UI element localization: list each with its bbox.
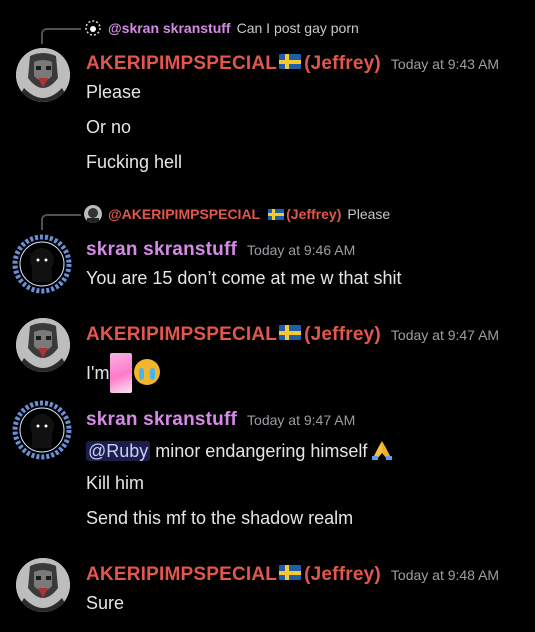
sweden-flag-icon <box>279 565 302 580</box>
message-line: I'm <box>86 353 161 393</box>
folded-hands-icon[interactable] <box>370 438 394 462</box>
message-header: skran skranstuff Today at 9:46 AM <box>86 239 355 261</box>
reply-text[interactable]: Can I post gay porn <box>237 20 359 36</box>
message-text[interactable]: Or no <box>86 117 131 138</box>
message-text[interactable]: Kill him <box>86 473 144 494</box>
username[interactable]: skran skranstuff <box>86 409 237 431</box>
reply-reference[interactable]: @skran skranstuff Can I post gay porn <box>84 19 359 37</box>
username-suffix[interactable]: (Jeffrey) <box>304 564 381 586</box>
reply-author-suffix[interactable]: (Jeffrey) <box>286 206 341 222</box>
sweden-flag-icon <box>268 208 285 220</box>
reply-spine <box>41 214 81 230</box>
sweden-flag-icon <box>279 325 302 340</box>
timestamp[interactable]: Today at 9:46 AM <box>247 242 355 258</box>
avatar[interactable] <box>16 48 70 102</box>
reply-reference[interactable]: @AKERIPIMPSPECIAL (Jeffrey) Please <box>84 205 390 223</box>
reply-spine <box>41 28 81 44</box>
user-mention[interactable]: @Ruby <box>86 441 151 461</box>
message-text[interactable]: You are 15 don’t come at me w that shit <box>86 268 402 289</box>
reply-author[interactable]: @AKERIPIMPSPECIAL <box>108 206 260 222</box>
message-text[interactable]: Sure <box>86 593 124 614</box>
reply-text[interactable]: Please <box>347 206 390 222</box>
message-text[interactable]: Fucking hell <box>86 152 182 173</box>
username[interactable]: AKERIPIMPSPECIAL <box>86 564 277 586</box>
avatar[interactable] <box>12 234 72 294</box>
message-text[interactable]: Please <box>86 82 141 103</box>
message-text[interactable]: Send this mf to the shadow realm <box>86 508 353 529</box>
username-suffix[interactable]: (Jeffrey) <box>304 53 381 75</box>
loudly-crying-face-icon[interactable] <box>134 359 161 385</box>
avatar[interactable] <box>16 558 70 612</box>
message-line: @Ruby minor endangering himself <box>86 438 394 462</box>
avatar[interactable] <box>12 400 72 460</box>
sticker-emoji[interactable] <box>110 353 133 393</box>
reply-avatar <box>84 205 102 223</box>
timestamp[interactable]: Today at 9:47 AM <box>391 327 499 343</box>
timestamp[interactable]: Today at 9:43 AM <box>391 56 499 72</box>
reply-author[interactable]: @skran skranstuff <box>108 20 231 36</box>
message-text[interactable]: minor endangering himself <box>150 441 367 461</box>
timestamp[interactable]: Today at 9:47 AM <box>247 412 355 428</box>
username[interactable]: skran skranstuff <box>86 239 237 261</box>
username-suffix[interactable]: (Jeffrey) <box>304 324 381 346</box>
message-header: AKERIPIMPSPECIAL (Jeffrey) Today at 9:47… <box>86 324 499 346</box>
username[interactable]: AKERIPIMPSPECIAL <box>86 53 277 75</box>
sweden-flag-icon <box>279 54 302 69</box>
timestamp[interactable]: Today at 9:48 AM <box>391 567 499 583</box>
message-header: AKERIPIMPSPECIAL (Jeffrey) Today at 9:43… <box>86 53 499 75</box>
reply-avatar <box>84 19 102 37</box>
message-header: AKERIPIMPSPECIAL (Jeffrey) Today at 9:48… <box>86 564 499 586</box>
message-header: skran skranstuff Today at 9:47 AM <box>86 409 355 431</box>
message-text[interactable]: I'm <box>86 363 109 383</box>
avatar[interactable] <box>16 318 70 372</box>
username[interactable]: AKERIPIMPSPECIAL <box>86 324 277 346</box>
